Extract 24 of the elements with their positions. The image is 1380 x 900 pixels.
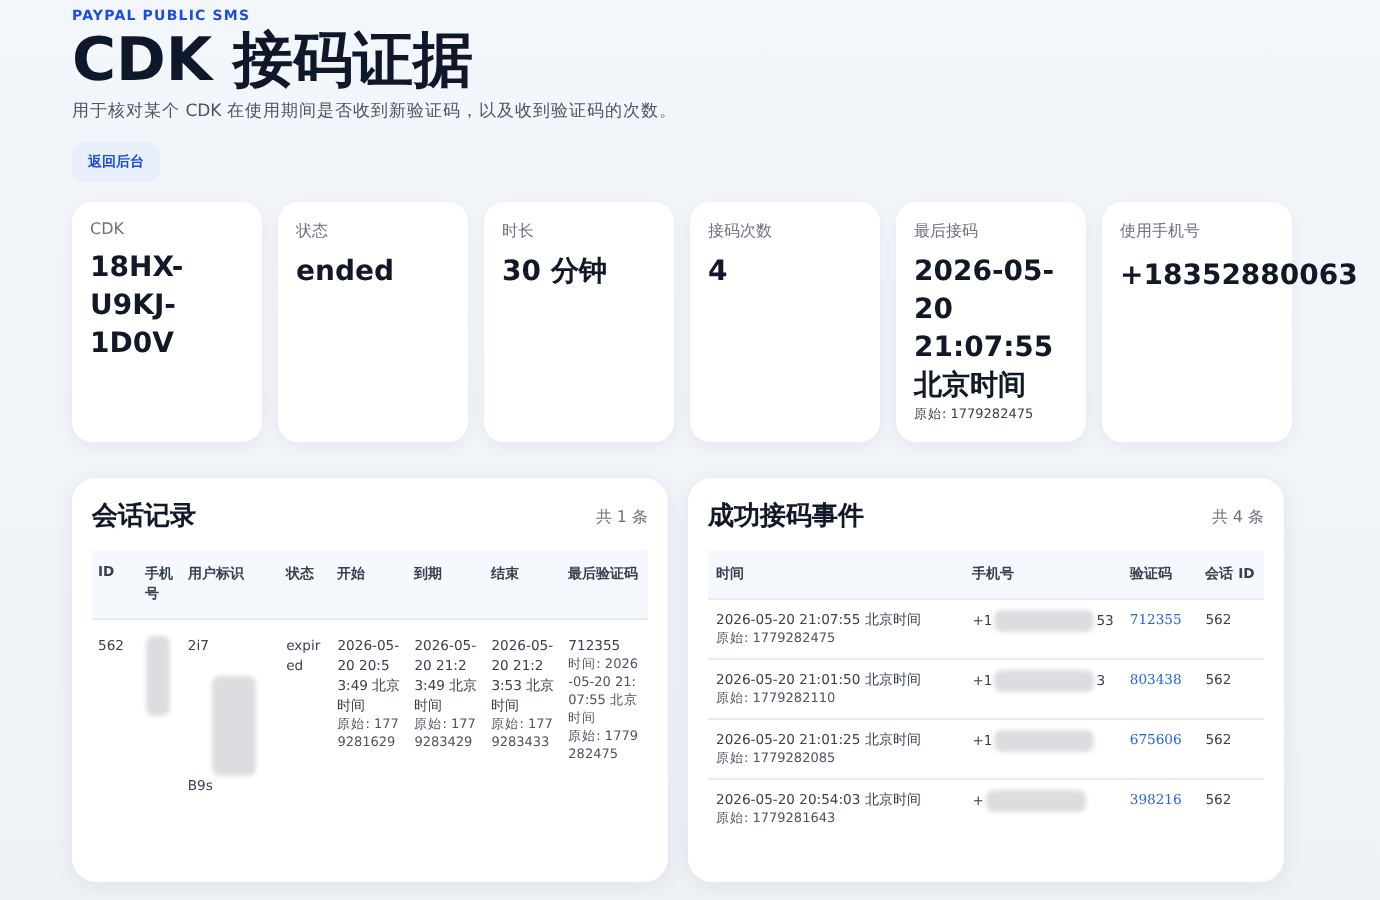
stat-value: 2026-05-20 21:07:55 北京时间	[914, 254, 1057, 406]
stat-label: 使用手机号	[1120, 220, 1202, 242]
page-subtitle: 用于核对某个 CDK 在使用期间是否收到新验证码，以及收到验证码的次数。	[72, 100, 679, 124]
stat-label: CDK	[90, 220, 126, 238]
panel-title: 成功接码事件	[708, 499, 864, 534]
stat-value: 30 分钟	[502, 254, 609, 292]
panel-title: 会话记录	[92, 500, 196, 534]
page-title: CDK 接码证据	[72, 28, 476, 96]
stat-value: +18352880063	[1120, 258, 1358, 296]
record-count: 共 1 条	[595, 505, 648, 527]
stat-value: 18HX-U9KJ-1D0V	[90, 250, 186, 364]
stat-label: 最后接码	[914, 220, 980, 242]
redaction-blur	[985, 790, 1086, 812]
stat-value: 4	[708, 254, 730, 292]
redaction-blur	[994, 670, 1095, 692]
redaction-blur	[145, 636, 170, 716]
stat-label: 状态	[296, 220, 330, 242]
redaction-blur	[994, 730, 1095, 752]
redaction-blur	[211, 676, 256, 776]
stat-value: ended	[296, 254, 396, 292]
stat-label: 接码次数	[708, 220, 774, 242]
record-count: 共 4 条	[1211, 505, 1264, 527]
stat-label: 时长	[502, 220, 536, 242]
redaction-blur	[994, 610, 1095, 632]
